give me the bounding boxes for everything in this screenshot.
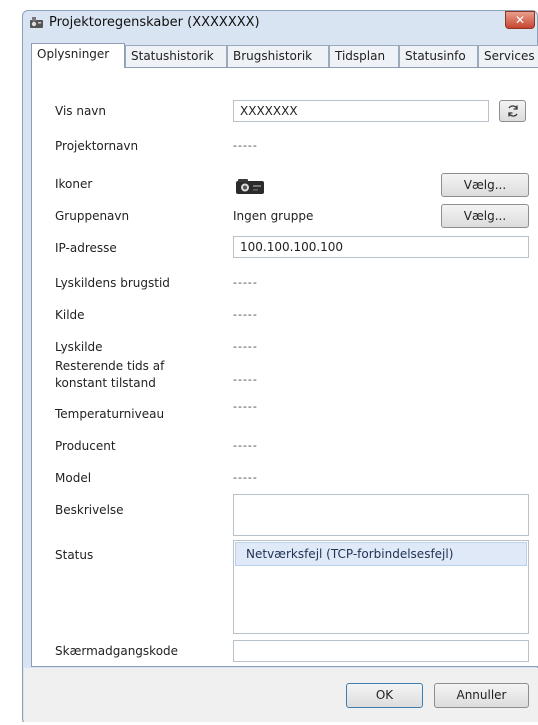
icons-label: Ikoner	[55, 177, 93, 191]
close-icon: ✕	[514, 13, 526, 27]
projector-name-value: -----	[233, 139, 258, 152]
light-source-value: -----	[233, 340, 258, 353]
screen-password-label: Skærmadgangskode	[55, 644, 179, 658]
cancel-button[interactable]: Annuller	[434, 683, 529, 708]
display-name-input[interactable]: XXXXXXX	[233, 100, 489, 122]
tab-tidsplan[interactable]: Tidsplan	[329, 45, 399, 67]
status-list[interactable]: Netværksfejl (TCP-forbindelsesfejl)	[233, 540, 529, 634]
tab-statusinfo[interactable]: Statusinfo	[399, 45, 478, 67]
tab-services[interactable]: Services	[478, 45, 538, 67]
ip-address-label: IP-adresse	[55, 241, 117, 255]
status-label: Status	[55, 548, 94, 562]
group-name-value: Ingen gruppe	[233, 209, 314, 223]
ip-address-input[interactable]: 100.100.100.100	[233, 236, 529, 258]
description-input[interactable]	[233, 494, 529, 536]
title-bar[interactable]: Projektoregenskaber (XXXXXXX) ✕	[23, 11, 537, 35]
constant-mode-remaining-label: Resterende tids af konstant tilstand	[55, 359, 165, 390]
tab-panel-oplysninger: Vis navn XXXXXXX Projektornavn ----- Iko…	[31, 67, 538, 667]
screen-password-input[interactable]	[233, 640, 529, 662]
manufacturer-value: -----	[233, 439, 258, 452]
dialog-footer: OK Annuller	[24, 668, 538, 722]
properties-window: Projektoregenskaber (XXXXXXX) ✕ Oplysnin…	[22, 10, 538, 722]
model-label: Model	[55, 471, 92, 485]
close-button[interactable]: ✕	[505, 11, 535, 29]
select-icon-button[interactable]: Vælg...	[441, 173, 529, 197]
projector-app-icon	[30, 17, 43, 28]
tab-statushistorik[interactable]: Statushistorik	[125, 45, 227, 67]
ok-button[interactable]: OK	[346, 683, 423, 708]
refresh-button[interactable]	[499, 100, 526, 122]
tab-strip: Oplysninger Statushistorik Brugshistorik…	[31, 43, 538, 68]
refresh-icon	[507, 105, 518, 117]
display-name-label: Vis navn	[55, 104, 107, 118]
constant-mode-remaining-value: -----	[233, 373, 258, 386]
tab-brugshistorik[interactable]: Brugshistorik	[227, 45, 329, 67]
projector-name-label: Projektornavn	[55, 139, 139, 153]
tab-oplysninger[interactable]: Oplysninger	[31, 43, 125, 68]
light-source-hours-value: -----	[233, 276, 258, 289]
projector-icon	[236, 179, 264, 194]
window-title: Projektoregenskaber (XXXXXXX)	[49, 15, 260, 30]
description-label: Beskrivelse	[55, 503, 124, 517]
temperature-level-value: -----	[233, 400, 258, 413]
select-group-button[interactable]: Vælg...	[441, 204, 529, 228]
source-value: -----	[233, 308, 258, 321]
status-list-item[interactable]: Netværksfejl (TCP-forbindelsesfejl)	[235, 542, 527, 566]
group-name-label: Gruppenavn	[55, 209, 130, 223]
light-source-label: Lyskilde	[55, 340, 103, 354]
manufacturer-label: Producent	[55, 439, 116, 453]
source-label: Kilde	[55, 308, 85, 322]
light-source-hours-label: Lyskildens brugstid	[55, 276, 170, 290]
model-value: -----	[233, 471, 258, 484]
temperature-level-label: Temperaturniveau	[55, 407, 165, 421]
